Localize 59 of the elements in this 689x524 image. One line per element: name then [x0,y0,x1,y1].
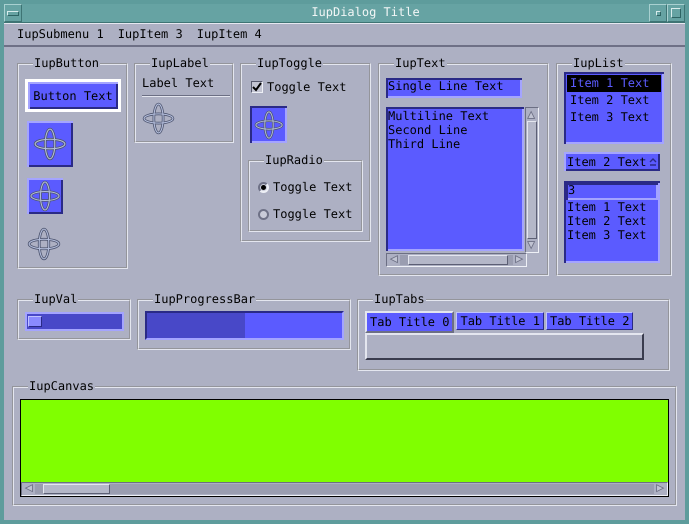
image-button[interactable] [27,178,63,214]
dropdown[interactable]: Item 2 Text [564,152,660,171]
image-button[interactable] [27,121,73,167]
scroll-right-icon[interactable] [654,483,666,495]
check-icon [252,82,262,92]
frame-title: IupList [573,56,624,70]
tab[interactable]: Tab Title 0 [365,311,454,333]
scroll-thumb[interactable] [527,121,537,239]
frame-title: IupButton [34,56,100,70]
slider-thumb[interactable] [28,316,42,327]
canvas[interactable] [20,399,669,497]
list-item[interactable]: Item 3 Text [566,228,658,242]
frame-title: IupVal [34,292,78,306]
rings-icon [29,180,61,212]
tab[interactable]: Tab Title 1 [456,312,544,330]
scroll-right-icon[interactable] [513,254,525,266]
rings-icon [27,227,61,261]
scrollbar[interactable] [386,253,527,267]
text-field[interactable]: Single Line Text [386,78,522,98]
text-field[interactable]: 3 [566,183,658,200]
frame-title: IupTabs [374,292,425,306]
frame-title: IupCanvas [29,379,94,393]
list-item[interactable]: Item 1 Text [567,75,661,92]
tab[interactable]: Tab Title 2 [546,312,634,330]
window-menu-button[interactable] [4,4,22,22]
rings-icon [33,127,67,161]
minimize-button[interactable] [649,4,667,22]
scrollbar[interactable] [21,482,668,496]
label-text: Label Text [142,76,214,90]
scroll-thumb[interactable] [408,255,508,265]
list-box[interactable]: Item 1 Text Item 2 Text Item 3 Text [564,72,664,144]
text-area[interactable]: Multiline Text Second Line Third Line [386,107,524,251]
rings-icon [142,102,175,135]
menu-item[interactable]: IupItem 3 [110,25,190,43]
list-item[interactable]: Item 3 Text [567,109,661,126]
dropdown-arrow-icon [649,156,657,166]
frame-title: IupProgressBar [154,292,256,306]
frame-title: IupLabel [151,56,209,70]
window-title: IupDialog Title [310,4,421,21]
scroll-thumb[interactable] [43,484,110,494]
rings-icon [254,110,284,140]
button[interactable]: Button Text [25,79,121,112]
scrollbar[interactable] [525,107,539,253]
menu-item[interactable]: IupSubmenu 1 [10,25,111,43]
image-toggle[interactable] [250,106,287,143]
list-item[interactable]: Item 1 Text [566,200,658,214]
checkbox[interactable]: Toggle Text [251,80,346,94]
slider-track[interactable] [25,312,124,331]
list-item[interactable]: Item 2 Text [567,92,661,109]
radio-button[interactable]: Toggle Text [258,180,352,194]
frame-title: IupText [395,56,446,70]
scroll-left-icon[interactable] [23,483,35,495]
list-item[interactable]: Item 2 Text [566,214,658,228]
radio-button[interactable]: Toggle Text [258,207,352,221]
frame-title: IupRadio [265,153,323,167]
maximize-button[interactable] [667,4,685,22]
menu-item[interactable]: IupItem 4 [190,25,269,43]
frame-title: IupToggle [257,56,322,70]
scroll-left-icon[interactable] [388,254,400,266]
